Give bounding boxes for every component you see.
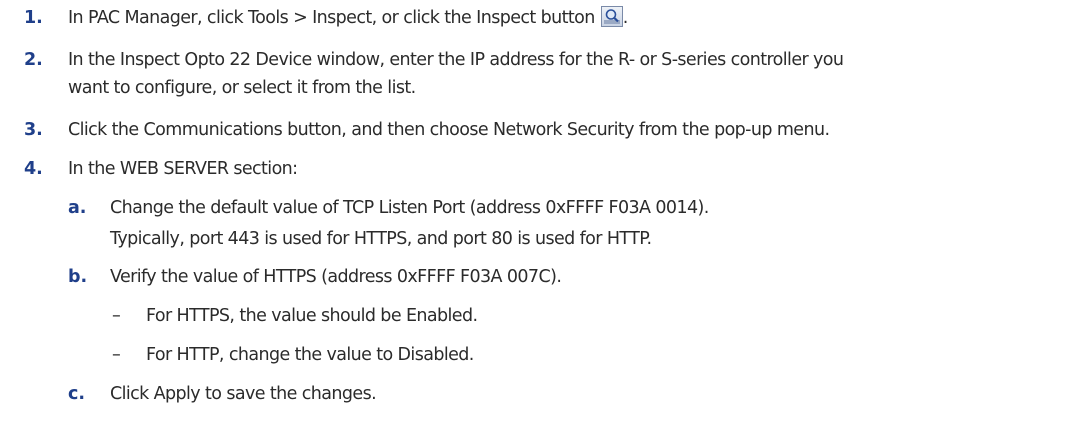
- step-1-text: In PAC Manager, click Tools > Inspect, o…: [68, 8, 595, 28]
- step-number: 1.: [24, 8, 43, 28]
- substep-letter: c.: [68, 384, 86, 404]
- bullet-dash: –: [112, 306, 121, 326]
- step-number: 4.: [24, 159, 43, 179]
- step-4-text: In the WEB SERVER section:: [68, 159, 298, 179]
- bullet-dash: –: [112, 345, 121, 365]
- substep-a-line-1: Change the default value of TCP Listen P…: [110, 198, 709, 218]
- substep-letter: b.: [68, 267, 88, 287]
- step-2-line-1: In the Inspect Opto 22 Device window, en…: [68, 50, 844, 70]
- step-1-suffix: .: [622, 8, 629, 28]
- instructions-document: 1. In PAC Manager, click Tools > Inspect…: [0, 0, 1072, 438]
- step-3-text: Click the Communications button, and the…: [68, 120, 830, 140]
- substep-c-text: Click Apply to save the changes.: [110, 384, 377, 404]
- step-text: In PAC Manager, click Tools > Inspect, o…: [68, 4, 628, 32]
- step-2-line-2: want to configure, or select it from the…: [68, 78, 416, 98]
- substep-b-bullet-1: For HTTPS, the value should be Enabled.: [146, 306, 478, 326]
- substep-letter: a.: [68, 198, 87, 218]
- magnifier-inspect-icon: [600, 6, 623, 27]
- substep-b-bullet-2: For HTTP, change the value to Disabled.: [146, 345, 474, 365]
- substep-b-text: Verify the value of HTTPS (address 0xFFF…: [110, 267, 562, 287]
- step-number: 3.: [24, 120, 43, 140]
- step-number: 2.: [24, 50, 43, 70]
- substep-a-line-2: Typically, port 443 is used for HTTPS, a…: [110, 229, 652, 249]
